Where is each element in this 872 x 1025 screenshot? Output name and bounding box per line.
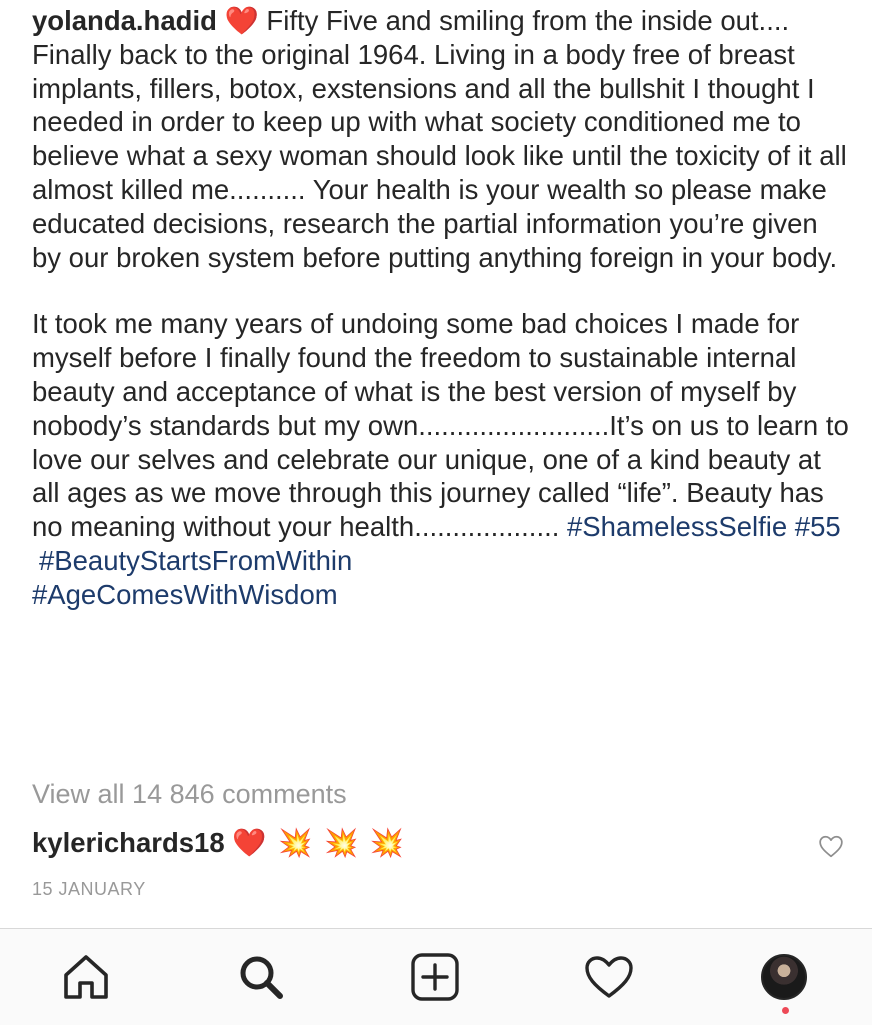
add-post-icon — [410, 952, 460, 1002]
comment-row: kylerichards18 ❤️ 💥 💥 💥 — [32, 826, 844, 859]
hashtag-shameless-selfie[interactable]: #ShamelessSelfie — [567, 511, 787, 542]
comment-like-heart-icon[interactable] — [818, 834, 844, 858]
hashtag-age-comes-with-wisdom[interactable]: #AgeComesWithWisdom — [32, 579, 338, 610]
caption-paragraph-1: Fifty Five and smiling from the inside o… — [32, 5, 847, 273]
bottom-tab-bar — [0, 928, 872, 1025]
search-icon — [236, 952, 286, 1002]
notification-dot — [782, 1007, 789, 1014]
caption-paragraph-2: It took me many years of undoing some ba… — [32, 308, 849, 543]
home-icon — [60, 953, 112, 1001]
tab-search[interactable] — [233, 949, 289, 1005]
post-caption: yolanda.hadid ❤️ Fifty Five and smiling … — [32, 0, 852, 612]
post-username[interactable]: yolanda.hadid — [32, 5, 217, 36]
caption-paragraph-2-block: It took me many years of undoing some ba… — [32, 307, 852, 611]
hashtag-55[interactable]: #55 — [795, 511, 841, 542]
view-all-comments-link[interactable]: View all 14 846 comments — [32, 779, 347, 810]
hashtag-beauty-starts-from-within[interactable]: #BeautyStartsFromWithin — [39, 545, 352, 576]
tab-home[interactable] — [58, 949, 114, 1005]
post-caption-area: yolanda.hadid ❤️ Fifty Five and smiling … — [32, 0, 852, 612]
heart-activity-icon — [583, 954, 635, 1000]
comment-username[interactable]: kylerichards18 — [32, 827, 225, 858]
red-heart-emoji: ❤️ — [224, 5, 259, 36]
comment-emojis: ❤️ 💥 💥 💥 — [232, 827, 407, 858]
post-date: 15 JANUARY — [32, 879, 146, 899]
tab-profile[interactable] — [756, 949, 812, 1005]
tab-new-post[interactable] — [407, 949, 463, 1005]
profile-avatar — [761, 954, 807, 1000]
tab-activity[interactable] — [581, 949, 637, 1005]
